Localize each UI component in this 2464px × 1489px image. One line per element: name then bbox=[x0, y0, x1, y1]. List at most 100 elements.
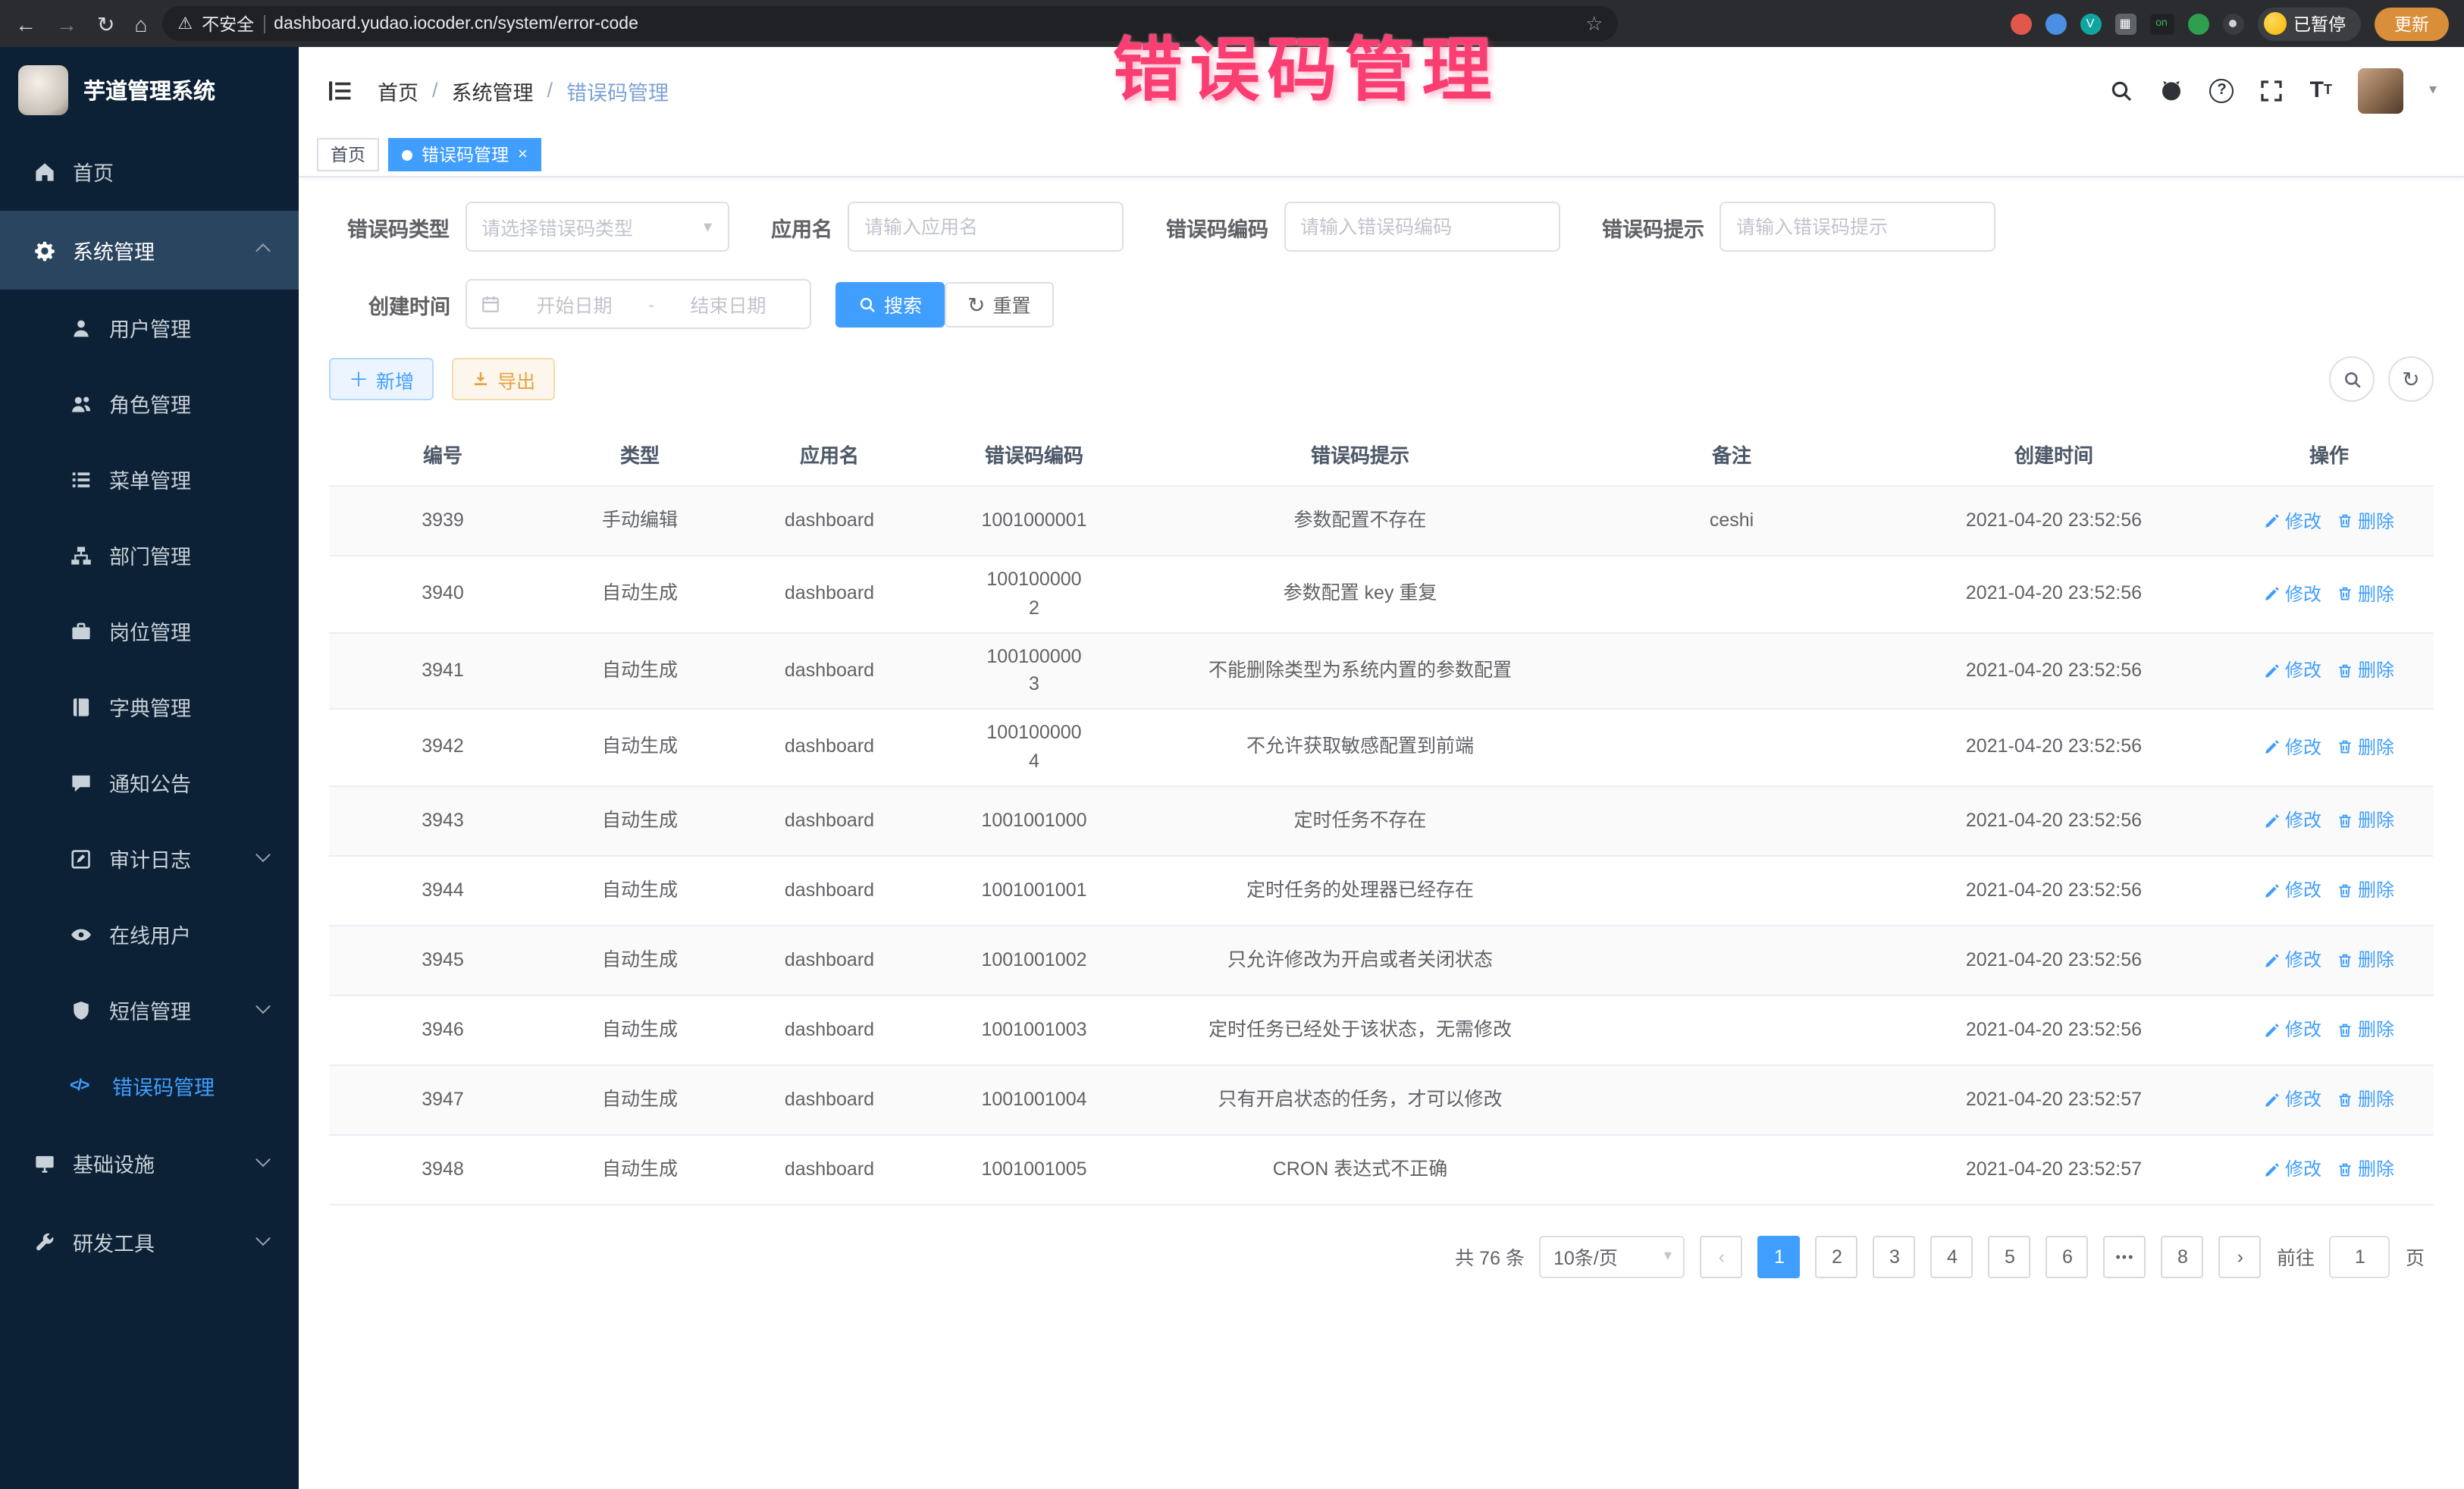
extension-icon-grid[interactable]: ▦ bbox=[2114, 13, 2136, 34]
error-code-input[interactable] bbox=[1284, 202, 1560, 252]
tab-error-code[interactable]: 错误码管理 × bbox=[388, 138, 541, 171]
extension-icon-green[interactable] bbox=[2187, 13, 2209, 34]
help-icon[interactable]: ? bbox=[2210, 78, 2234, 102]
forward-icon[interactable]: → bbox=[56, 13, 77, 34]
delete-link[interactable]: 删除 bbox=[2337, 1086, 2394, 1113]
sidebar-item-positions[interactable]: 岗位管理 bbox=[0, 593, 299, 669]
sidebar-item-online-users[interactable]: 在线用户 bbox=[0, 896, 299, 972]
search-button[interactable]: 搜索 bbox=[835, 281, 945, 327]
page-button-3[interactable]: 3 bbox=[1873, 1235, 1916, 1277]
tab-home[interactable]: 首页 bbox=[317, 138, 379, 171]
sidebar-item-sms[interactable]: 短信管理 bbox=[0, 972, 299, 1048]
browser-home-icon[interactable]: ⌂ bbox=[134, 13, 147, 34]
edit-link[interactable]: 修改 bbox=[2264, 807, 2321, 834]
collapse-sidebar-button[interactable] bbox=[326, 77, 353, 104]
edit-link[interactable]: 修改 bbox=[2264, 581, 2321, 608]
delete-link[interactable]: 删除 bbox=[2337, 1016, 2394, 1043]
delete-icon bbox=[2337, 739, 2353, 756]
chevron-down-icon: ▾ bbox=[704, 217, 712, 237]
back-icon[interactable]: ← bbox=[15, 13, 36, 34]
page-button-8[interactable]: 8 bbox=[2161, 1235, 2204, 1277]
chevron-down-icon[interactable]: ▾ bbox=[2429, 82, 2437, 99]
delete-link[interactable]: 删除 bbox=[2337, 876, 2394, 904]
error-msg-input[interactable] bbox=[1719, 202, 1995, 252]
sidebar-item-notices[interactable]: 通知公告 bbox=[0, 744, 299, 820]
sidebar-item-audit-log[interactable]: 审计日志 bbox=[0, 820, 299, 896]
delete-link[interactable]: 删除 bbox=[2337, 1155, 2394, 1183]
cell-msg: 只允许修改为开启或者关闭状态 bbox=[1133, 936, 1588, 983]
date-range-picker[interactable]: 开始日期 - 结束日期 bbox=[466, 279, 811, 329]
paused-badge[interactable]: 已暂停 bbox=[2257, 7, 2361, 40]
show-search-button[interactable] bbox=[2329, 356, 2375, 402]
page-button-1[interactable]: 1 bbox=[1758, 1235, 1801, 1277]
app-name-input[interactable] bbox=[848, 202, 1124, 252]
close-icon[interactable]: × bbox=[518, 146, 528, 163]
github-icon[interactable] bbox=[2160, 78, 2184, 102]
extension-icon-on[interactable]: on bbox=[2149, 13, 2174, 34]
sidebar-item-departments[interactable]: 部门管理 bbox=[0, 517, 299, 593]
sidebar-item-label: 首页 bbox=[73, 156, 114, 187]
home-icon bbox=[33, 160, 56, 183]
app-logo[interactable]: 芋道管理系统 bbox=[0, 47, 299, 132]
sidebar-item-system[interactable]: 系统管理 bbox=[0, 211, 299, 290]
add-button[interactable]: ＋ 新增 bbox=[329, 358, 434, 400]
logo-image bbox=[18, 64, 68, 114]
delete-icon bbox=[2337, 663, 2353, 679]
goto-page-input[interactable] bbox=[2330, 1235, 2390, 1277]
address-bar[interactable]: ⚠ 不安全 dashboard.yudao.iocoder.cn/system/… bbox=[162, 6, 1618, 41]
sidebar-item-users[interactable]: 用户管理 bbox=[0, 290, 299, 365]
sidebar-item-infrastructure[interactable]: 基础设施 bbox=[0, 1124, 299, 1202]
edit-link[interactable]: 修改 bbox=[2264, 876, 2321, 904]
reload-icon[interactable]: ↻ bbox=[97, 13, 114, 34]
font-size-icon[interactable]: TT bbox=[2310, 79, 2332, 102]
cell-msg: 定时任务已经处于该状态，无需修改 bbox=[1133, 1006, 1588, 1053]
edit-link[interactable]: 修改 bbox=[2264, 1016, 2321, 1043]
col-header-msg: 错误码提示 bbox=[1133, 440, 1588, 469]
more-pages-button[interactable]: ••• bbox=[2104, 1235, 2146, 1277]
delete-link[interactable]: 删除 bbox=[2337, 581, 2394, 608]
sidebar-item-dictionary[interactable]: 字典管理 bbox=[0, 669, 299, 744]
extension-icon-red[interactable] bbox=[2010, 13, 2031, 34]
page-size-select[interactable]: 10条/页 ▾ bbox=[1540, 1235, 1685, 1277]
search-icon[interactable] bbox=[2110, 78, 2134, 102]
fullscreen-icon[interactable] bbox=[2260, 78, 2284, 102]
extension-icon-teal[interactable]: V bbox=[2080, 13, 2101, 34]
sidebar-item-menus[interactable]: 菜单管理 bbox=[0, 441, 299, 517]
extension-icon-pin[interactable] bbox=[2222, 13, 2243, 34]
breadcrumb-system[interactable]: 系统管理 bbox=[452, 75, 534, 105]
refresh-table-button[interactable]: ↻ bbox=[2388, 356, 2434, 402]
error-type-select[interactable]: 请选择错误码类型 ▾ bbox=[465, 202, 729, 252]
edit-link[interactable]: 修改 bbox=[2264, 1086, 2321, 1113]
start-date-placeholder: 开始日期 bbox=[506, 290, 642, 318]
edit-link[interactable]: 修改 bbox=[2264, 946, 2321, 973]
sidebar-item-roles[interactable]: 角色管理 bbox=[0, 365, 299, 441]
edit-link[interactable]: 修改 bbox=[2264, 657, 2321, 685]
delete-link[interactable]: 删除 bbox=[2337, 807, 2394, 834]
delete-link[interactable]: 删除 bbox=[2337, 507, 2394, 534]
edit-link[interactable]: 修改 bbox=[2264, 1155, 2321, 1183]
col-header-remark: 备注 bbox=[1588, 440, 1876, 469]
reset-button[interactable]: ↻ 重置 bbox=[945, 281, 1054, 327]
delete-link[interactable]: 删除 bbox=[2337, 734, 2394, 761]
delete-link[interactable]: 删除 bbox=[2337, 946, 2394, 973]
page-button-4[interactable]: 4 bbox=[1931, 1235, 1973, 1277]
sidebar-item-error-code[interactable]: </> 错误码管理 bbox=[0, 1048, 299, 1124]
export-button[interactable]: 导出 bbox=[452, 358, 555, 400]
sidebar-item-dev-tools[interactable]: 研发工具 bbox=[0, 1202, 299, 1281]
cell-msg: 不能删除类型为系统内置的参数配置 bbox=[1133, 647, 1588, 694]
prev-page-button[interactable]: ‹ bbox=[1701, 1235, 1743, 1277]
edit-link[interactable]: 修改 bbox=[2264, 507, 2321, 534]
avatar[interactable] bbox=[2358, 67, 2403, 113]
page-button-5[interactable]: 5 bbox=[1989, 1235, 2031, 1277]
breadcrumb-home[interactable]: 首页 bbox=[378, 75, 419, 105]
page-button-6[interactable]: 6 bbox=[2046, 1235, 2089, 1277]
sidebar-item-home[interactable]: 首页 bbox=[0, 132, 299, 211]
delete-link[interactable]: 删除 bbox=[2337, 657, 2394, 685]
edit-link[interactable]: 修改 bbox=[2264, 734, 2321, 761]
update-button[interactable]: 更新 bbox=[2375, 7, 2449, 40]
bookmark-star-icon[interactable]: ☆ bbox=[1585, 11, 1603, 36]
page-button-2[interactable]: 2 bbox=[1816, 1235, 1858, 1277]
extension-icon-blue[interactable] bbox=[2045, 13, 2066, 34]
next-page-button[interactable]: › bbox=[2219, 1235, 2262, 1277]
profile-emoji-icon bbox=[2263, 12, 2286, 35]
